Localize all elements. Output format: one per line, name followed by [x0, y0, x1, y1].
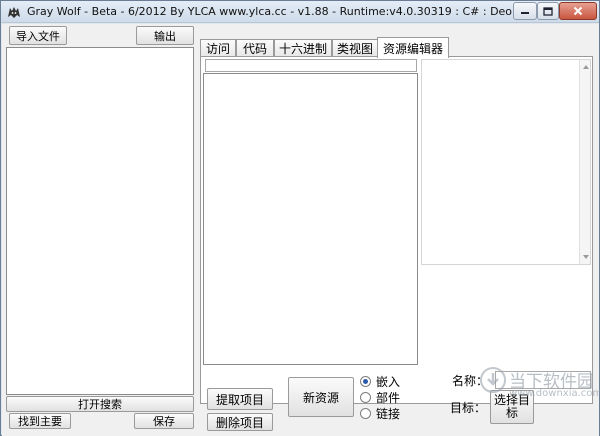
- resource-editor-panel: [200, 56, 593, 404]
- name-label: 名称：: [452, 374, 489, 388]
- tab-class-view[interactable]: 类视图: [332, 39, 378, 57]
- maximize-button[interactable]: [537, 2, 559, 20]
- preview-scrollbar[interactable]: [579, 60, 590, 264]
- client-area: 导入文件 输出 打开搜索 找到主要 保存 访问 代码 十六进制 类视图 资源编辑…: [2, 24, 599, 436]
- new-resource-button[interactable]: 新资源: [288, 377, 354, 417]
- radio-label: 嵌入: [376, 375, 401, 389]
- extract-item-button[interactable]: 提取项目: [207, 388, 273, 410]
- radio-indicator[interactable]: [360, 392, 371, 403]
- target-label: 目标：: [450, 401, 487, 415]
- wolf-logo-icon: [8, 7, 20, 18]
- minimize-button[interactable]: [513, 2, 537, 20]
- open-search-button[interactable]: 打开搜索: [6, 396, 194, 412]
- select-target-button[interactable]: 选择目标: [490, 390, 534, 424]
- radio-indicator[interactable]: [360, 408, 371, 419]
- title-bar[interactable]: Gray Wolf - Beta - 6/2012 By YLCA www.yl…: [1, 1, 599, 23]
- export-button[interactable]: 输出: [136, 26, 194, 45]
- save-button[interactable]: 保存: [134, 413, 194, 429]
- radio-indicator[interactable]: [360, 376, 371, 387]
- find-main-button[interactable]: 找到主要: [9, 413, 71, 429]
- scroll-up-icon[interactable]: [583, 65, 589, 69]
- resource-list[interactable]: [203, 73, 418, 365]
- delete-item-button[interactable]: 删除项目: [207, 413, 273, 431]
- file-tree[interactable]: [6, 47, 194, 395]
- radio-link[interactable]: 链接: [360, 405, 400, 422]
- name-input[interactable]: [495, 371, 591, 389]
- app-window: Gray Wolf - Beta - 6/2012 By YLCA www.yl…: [0, 0, 600, 436]
- tab-hex[interactable]: 十六进制: [274, 39, 332, 57]
- tab-code[interactable]: 代码: [236, 39, 274, 57]
- close-button[interactable]: [559, 2, 597, 20]
- import-file-button[interactable]: 导入文件: [9, 26, 67, 45]
- scroll-down-icon[interactable]: [583, 255, 589, 259]
- radio-component[interactable]: 部件: [360, 389, 400, 406]
- window-title: Gray Wolf - Beta - 6/2012 By YLCA www.yl…: [27, 5, 570, 18]
- tab-access[interactable]: 访问: [200, 39, 236, 57]
- resource-select[interactable]: [205, 59, 417, 72]
- maximize-icon: [543, 6, 553, 16]
- resource-preview[interactable]: [421, 59, 591, 265]
- tab-resource-editor[interactable]: 资源编辑器: [377, 37, 449, 58]
- close-icon: [573, 6, 583, 16]
- minimize-icon: [521, 12, 529, 14]
- radio-label: 链接: [376, 407, 401, 421]
- radio-embed[interactable]: 嵌入: [360, 373, 400, 390]
- radio-label: 部件: [376, 391, 401, 405]
